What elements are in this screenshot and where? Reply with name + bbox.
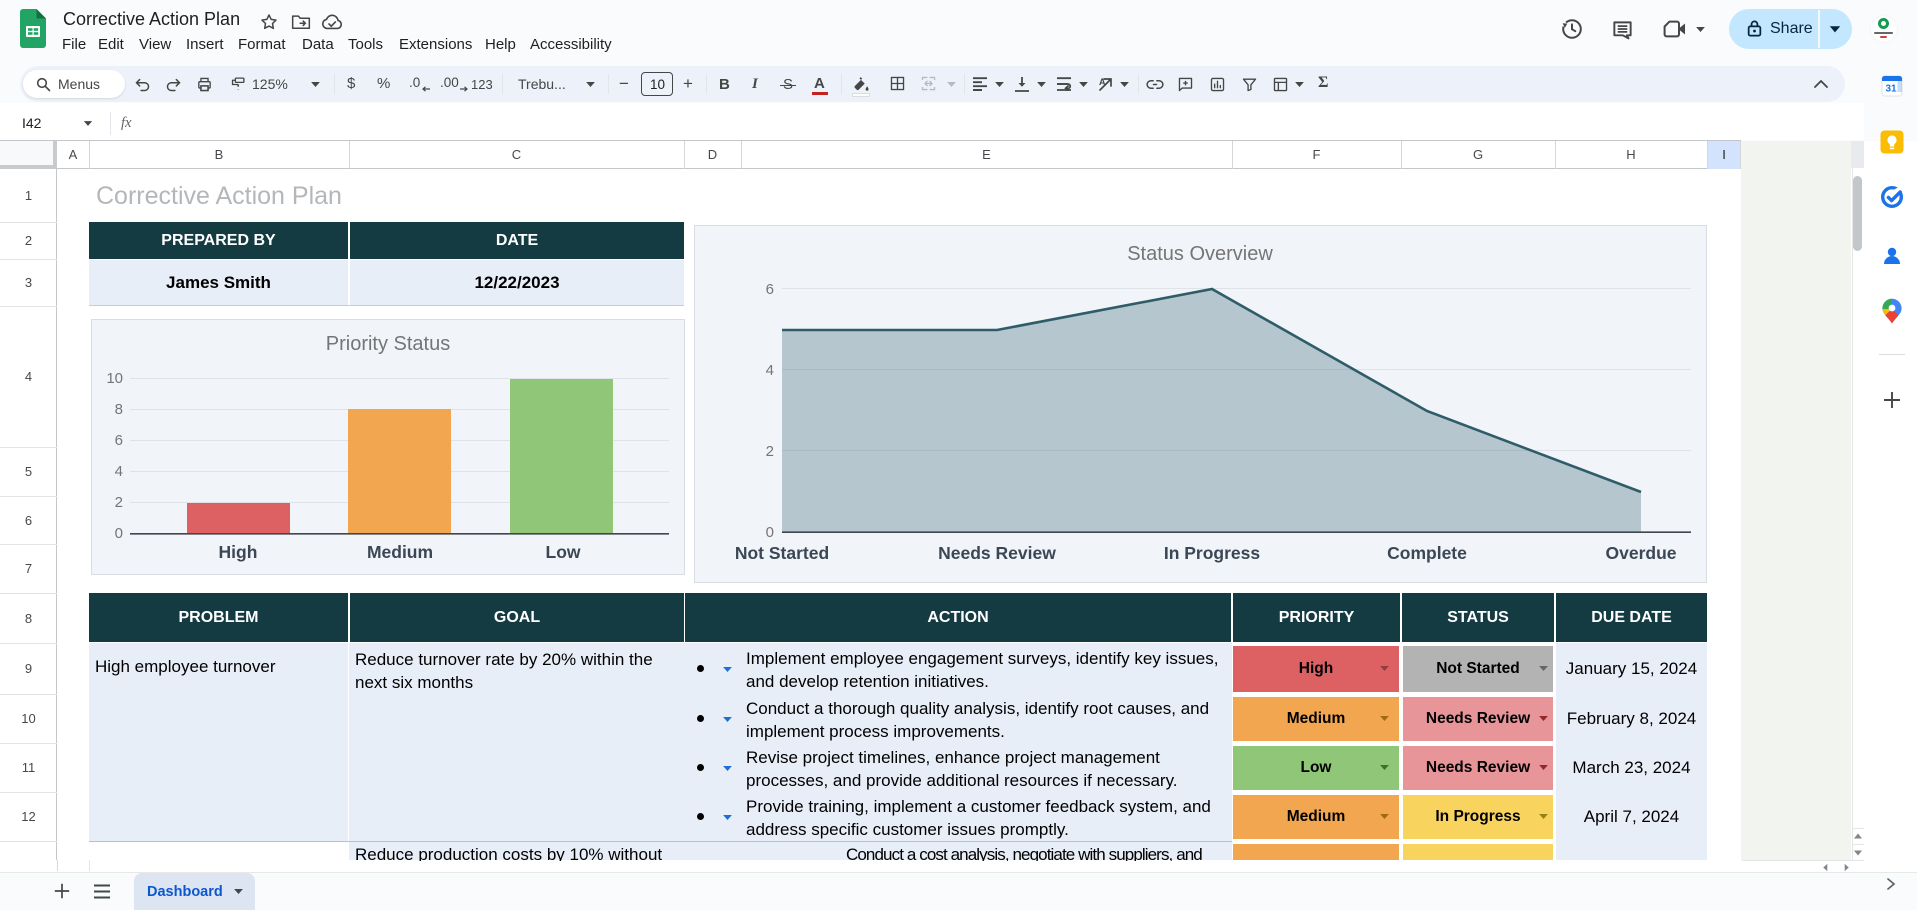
svg-text:2: 2 — [766, 443, 774, 460]
svg-text:4: 4 — [766, 362, 774, 379]
svg-text:In Progress: In Progress — [1164, 543, 1261, 563]
svg-text:Not Started: Not Started — [735, 543, 829, 563]
svg-text:10: 10 — [106, 370, 123, 387]
svg-text:6: 6 — [766, 281, 774, 298]
svg-text:A: A — [1099, 77, 1106, 87]
svg-text:Overdue: Overdue — [1606, 543, 1677, 563]
svg-text:Medium: Medium — [367, 542, 433, 562]
svg-text:2: 2 — [115, 494, 123, 511]
svg-text:8: 8 — [115, 401, 123, 418]
svg-text:Status Overview: Status Overview — [1127, 243, 1273, 265]
svg-text:4: 4 — [115, 463, 123, 480]
svg-text:Complete: Complete — [1387, 543, 1467, 563]
svg-text:0: 0 — [115, 525, 123, 542]
svg-text:6: 6 — [115, 432, 123, 449]
svg-text:31: 31 — [1885, 84, 1897, 95]
svg-text:Needs Review: Needs Review — [938, 543, 1056, 563]
svg-text:High: High — [219, 542, 258, 562]
svg-text:Priority Status: Priority Status — [326, 333, 450, 355]
svg-text:Low: Low — [546, 542, 581, 562]
svg-text:0: 0 — [766, 524, 774, 541]
